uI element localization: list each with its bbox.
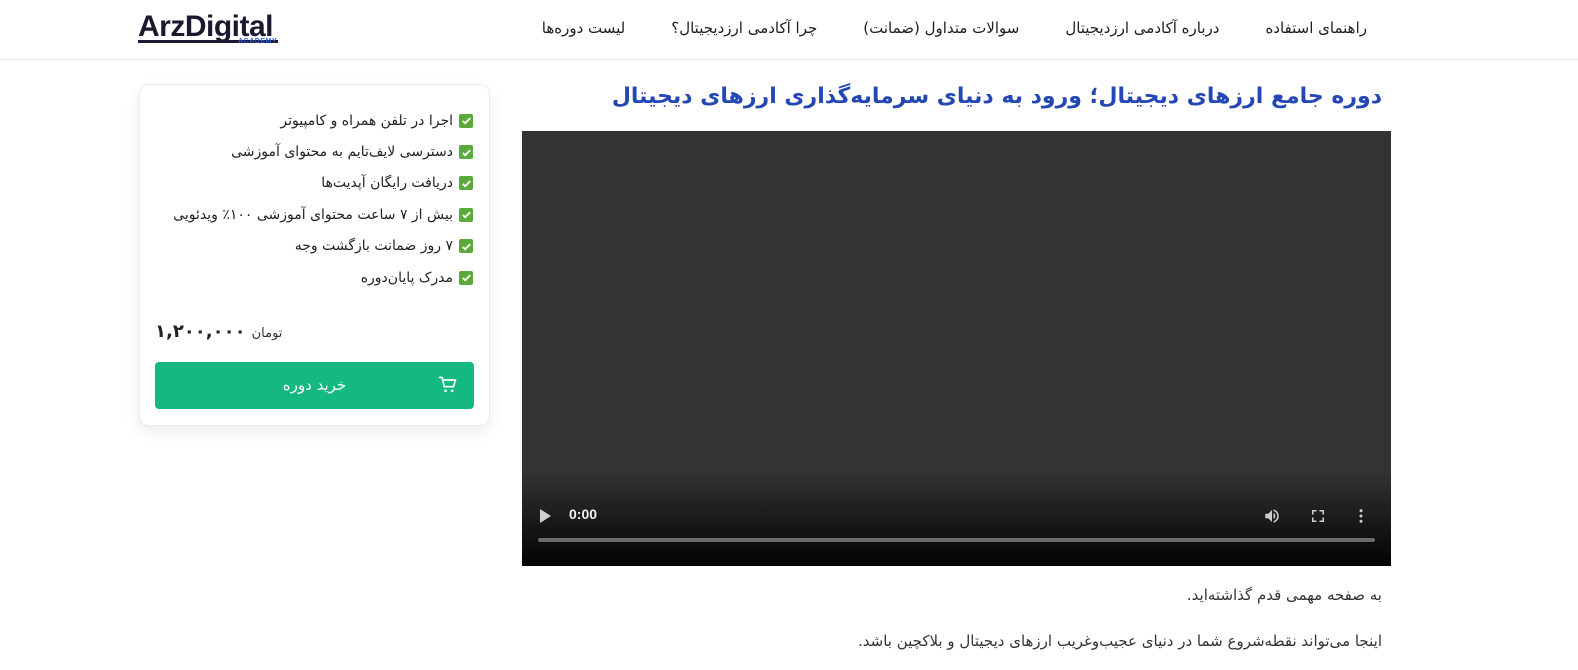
video-progress-bar[interactable]: [538, 538, 1375, 542]
course-price: ۱,۲۰۰,۰۰۰ تومان: [155, 321, 282, 342]
check-icon: [459, 176, 473, 191]
feature-text: دریافت رایگان آپدیت‌ها: [321, 175, 453, 192]
feature-item: دریافت رایگان آپدیت‌ها: [173, 168, 473, 199]
feature-item: اجرا در تلفن همراه و کامپیوتر: [173, 105, 473, 136]
feature-text: اجرا در تلفن همراه و کامپیوتر: [280, 112, 453, 129]
nav-about[interactable]: درباره آکادمی ارزدیجیتال: [1065, 19, 1219, 37]
course-video-player[interactable]: 0:00: [522, 131, 1391, 566]
logo-subtitle: ACADEMY: [238, 38, 277, 45]
site-header: ArzDigital ACADEMY لیست دوره‌ها چرا آکاد…: [0, 0, 1578, 60]
main-nav: لیست دوره‌ها چرا آکادمی ارزدیجیتال؟ سوال…: [542, 0, 1367, 56]
feature-text: ۷ روز ضمانت بازگشت وجه: [294, 238, 453, 255]
buy-course-label: خرید دوره: [282, 376, 347, 394]
nav-course-list[interactable]: لیست دوره‌ها: [542, 19, 625, 37]
feature-item: ۷ روز ضمانت بازگشت وجه: [173, 231, 473, 262]
site-logo[interactable]: ArzDigital ACADEMY: [138, 10, 283, 50]
nav-faq[interactable]: سوالات متداول (ضمانت): [863, 19, 1019, 37]
buy-course-button[interactable]: خرید دوره: [155, 362, 474, 409]
intro-paragraph: به صفحه مهمی قدم گذاشته‌اید.: [1186, 586, 1382, 604]
video-time: 0:00: [569, 506, 598, 522]
video-controls-shade: [522, 471, 1391, 566]
nav-guide[interactable]: راهنمای استفاده: [1265, 19, 1367, 37]
fullscreen-icon[interactable]: [1309, 507, 1327, 525]
feature-item: بیش از ۷ ساعت محتوای آموزشی ۱۰۰٪ ویدئویی: [173, 199, 473, 230]
check-icon: [459, 145, 473, 160]
check-icon: [459, 270, 473, 285]
price-amount: ۱,۲۰۰,۰۰۰: [155, 321, 246, 342]
feature-item: دسترسی لایف‌تایم به محتوای آموزشی: [173, 136, 473, 167]
feature-list: اجرا در تلفن همراه و کامپیوتر دسترسی لای…: [173, 105, 473, 293]
check-icon: [459, 239, 473, 254]
course-purchase-card: اجرا در تلفن همراه و کامپیوتر دسترسی لای…: [139, 84, 490, 426]
volume-icon[interactable]: [1263, 507, 1281, 525]
page-title: دوره جامع ارزهای دیجیتال؛ ورود به دنیای …: [611, 84, 1382, 109]
check-icon: [459, 113, 473, 128]
price-currency: تومان: [251, 326, 283, 341]
feature-text: بیش از ۷ ساعت محتوای آموزشی ۱۰۰٪ ویدئویی: [173, 206, 453, 223]
feature-item: مدرک پایان‌دوره: [173, 262, 473, 293]
intro-paragraph: اینجا می‌تواند نقطه‌شروع شما در دنیای عج…: [857, 632, 1382, 650]
check-icon: [459, 207, 473, 222]
feature-text: دسترسی لایف‌تایم به محتوای آموزشی: [231, 144, 453, 161]
more-options-icon[interactable]: [1357, 507, 1365, 525]
cart-icon: [438, 376, 457, 393]
feature-text: مدرک پایان‌دوره: [360, 269, 453, 286]
play-icon[interactable]: [540, 509, 551, 523]
nav-why-academy[interactable]: چرا آکادمی ارزدیجیتال؟: [671, 19, 817, 37]
